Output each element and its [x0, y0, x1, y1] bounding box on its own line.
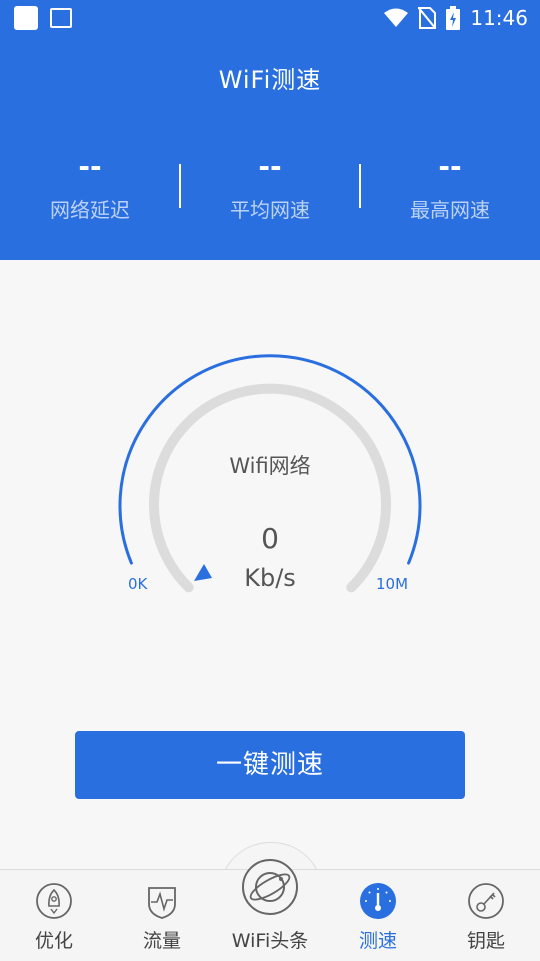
stat-average-speed-label: 平均网速	[230, 198, 310, 222]
tab-wifi-news-label: WiFi头条	[231, 930, 309, 952]
gauge-max-label: 10M	[376, 575, 409, 593]
gauge-track	[149, 383, 391, 593]
stat-average-speed-value: --	[258, 150, 282, 183]
wifi-signal-icon	[384, 8, 409, 27]
tab-key-label: 钥匙	[466, 930, 505, 952]
tab-traffic-label: 流量	[142, 930, 181, 952]
stat-max-speed: -- 最高网速	[360, 152, 540, 223]
rocket-icon	[36, 883, 72, 919]
clock: 11:46	[470, 6, 528, 30]
speedometer-icon	[360, 883, 396, 919]
stat-latency-value: --	[78, 150, 102, 183]
tab-speed-test[interactable]: 测速	[324, 870, 432, 961]
stat-average-speed: -- 平均网速	[180, 152, 360, 223]
stat-divider	[359, 164, 361, 208]
network-type-label: Wifi网络	[229, 454, 311, 478]
speed-gauge: Wifi网络 0 Kb/s 0K 10M	[0, 340, 540, 620]
speed-unit: Kb/s	[244, 564, 296, 592]
stat-latency-label: 网络延迟	[50, 198, 130, 222]
tab-traffic[interactable]: 流量	[108, 870, 216, 961]
pulse-icon	[148, 887, 176, 919]
tab-optimize-label: 优化	[34, 930, 73, 952]
stat-latency: -- 网络延迟	[0, 152, 180, 223]
tab-key[interactable]: 钥匙	[432, 870, 540, 961]
status-bar: 11:46	[0, 0, 540, 36]
planet-icon[interactable]	[241, 858, 299, 916]
stat-max-speed-label: 最高网速	[410, 198, 490, 222]
tab-speed-test-label: 测速	[358, 930, 397, 952]
tab-optimize[interactable]: 优化	[0, 870, 108, 961]
stat-max-speed-value: --	[438, 150, 462, 183]
stat-divider	[179, 164, 181, 208]
stats-row: -- 网络延迟 -- 平均网速 -- 最高网速	[0, 152, 540, 223]
start-speed-test-button[interactable]: 一键测速	[75, 731, 465, 799]
gauge-min-label: 0K	[128, 575, 148, 593]
speed-value: 0	[261, 522, 279, 555]
image-icon	[50, 8, 72, 28]
battery-charging-icon	[446, 6, 461, 30]
no-sim-icon	[418, 7, 437, 29]
notification-icon	[14, 6, 38, 30]
page-title: WiFi测速	[218, 66, 322, 94]
key-icon	[468, 883, 504, 919]
header: WiFi测速 -- 网络延迟 -- 平均网速 -- 最高网速	[0, 36, 540, 260]
